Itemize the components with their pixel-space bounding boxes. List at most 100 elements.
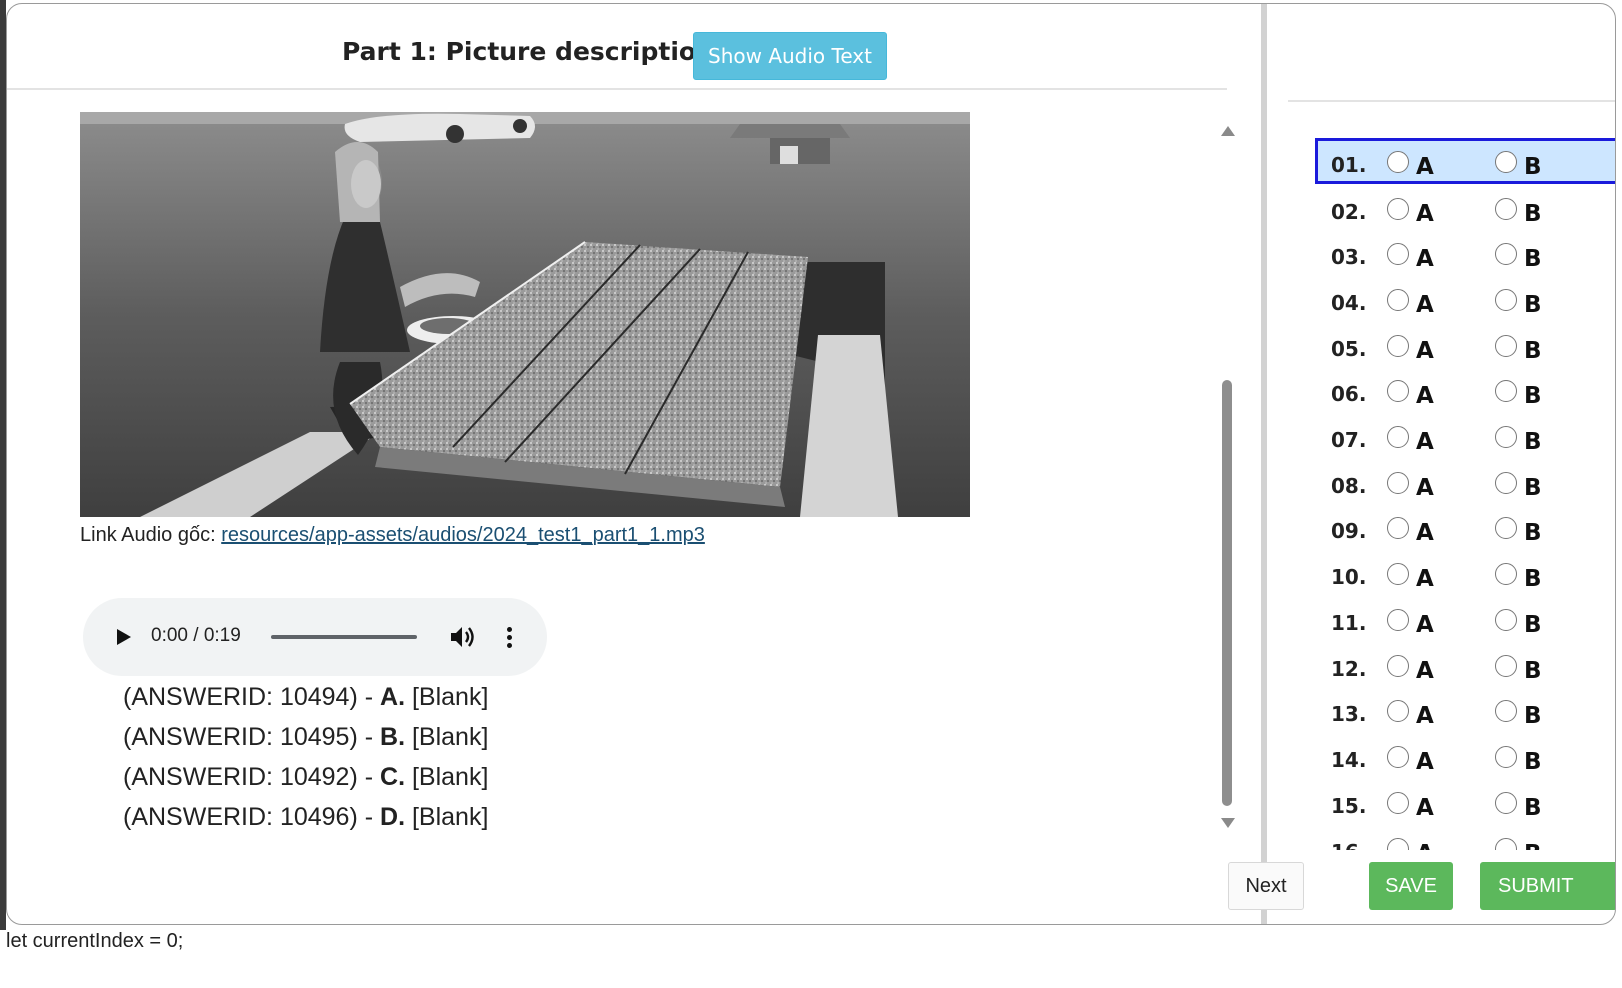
radio-circle-icon[interactable]: [1495, 426, 1517, 448]
radio-circle-icon[interactable]: [1387, 380, 1409, 402]
radio-circle-icon[interactable]: [1495, 198, 1517, 220]
radio-circle-icon[interactable]: [1495, 746, 1517, 768]
radio-circle-icon[interactable]: [1495, 792, 1517, 814]
radio-label: B: [1524, 612, 1542, 638]
radio-label: A: [1416, 383, 1434, 409]
radio-circle-icon[interactable]: [1495, 609, 1517, 631]
answer-sheet-row: 07. A B: [1315, 416, 1615, 462]
debug-code-text: let currentIndex = 0;: [6, 930, 184, 952]
radio-label: A: [1416, 520, 1434, 546]
radio-circle-icon[interactable]: [1495, 655, 1517, 677]
radio-label: A: [1416, 246, 1434, 272]
volume-icon[interactable]: [449, 624, 477, 650]
show-audio-text-button[interactable]: Show Audio Text: [693, 32, 887, 80]
radio-circle-icon[interactable]: [1387, 198, 1409, 220]
radio-circle-icon[interactable]: [1387, 289, 1409, 311]
content-scrollbar[interactable]: [1217, 126, 1239, 836]
audio-link-line: Link Audio gốc: resources/app-assets/aud…: [80, 524, 705, 547]
answer-sheet-divider: [1288, 100, 1615, 102]
radio-label: A: [1416, 201, 1434, 227]
radio-circle-icon[interactable]: [1387, 563, 1409, 585]
answer-option-d: (ANSWERID: 10496) - D. [Blank]: [123, 803, 489, 831]
radio-circle-icon[interactable]: [1495, 335, 1517, 357]
panel-divider: [1261, 4, 1267, 924]
radio-label: A: [1416, 429, 1434, 455]
radio-label: B: [1524, 795, 1542, 821]
save-button[interactable]: SAVE: [1369, 862, 1453, 910]
submit-button[interactable]: SUBMIT: [1480, 862, 1615, 910]
scroll-up-arrow-icon[interactable]: [1221, 126, 1235, 136]
radio-circle-icon[interactable]: [1387, 517, 1409, 539]
radio-label: A: [1416, 703, 1434, 729]
scroll-down-arrow-icon[interactable]: [1221, 818, 1235, 828]
question-number: 03.: [1331, 245, 1367, 269]
question-number: 04.: [1331, 291, 1367, 315]
radio-label: B: [1524, 566, 1542, 592]
play-icon[interactable]: [111, 624, 135, 650]
question-number: 14.: [1331, 748, 1367, 772]
answer-sheet-row: 12. A B: [1315, 645, 1615, 691]
answer-sheet-row: 13. A B: [1315, 690, 1615, 736]
radio-label: A: [1416, 795, 1434, 821]
radio-circle-icon[interactable]: [1495, 243, 1517, 265]
question-number: 15.: [1331, 794, 1367, 818]
radio-label: B: [1524, 246, 1542, 272]
answer-sheet-row: 05. A B: [1315, 325, 1615, 371]
radio-label: A: [1416, 566, 1434, 592]
question-header: Part 1: Picture description Show Audio T…: [7, 4, 1227, 88]
radio-circle-icon[interactable]: [1387, 426, 1409, 448]
page-title: Part 1: Picture description: [342, 37, 714, 66]
radio-circle-icon[interactable]: [1387, 151, 1409, 173]
header-divider: [7, 88, 1227, 90]
test-card: Part 1: Picture description Show Audio T…: [6, 3, 1616, 925]
radio-circle-icon[interactable]: [1495, 289, 1517, 311]
audio-source-link[interactable]: resources/app-assets/audios/2024_test1_p…: [221, 524, 705, 546]
radio-label: B: [1524, 703, 1542, 729]
audio-time: 0:00 / 0:19: [151, 625, 241, 646]
question-number: 13.: [1331, 702, 1367, 726]
radio-circle-icon[interactable]: [1495, 517, 1517, 539]
audio-link-label: Link Audio gốc:: [80, 524, 222, 546]
scrollbar-thumb[interactable]: [1222, 380, 1232, 806]
answer-sheet-row: 08. A B: [1315, 462, 1615, 508]
radio-circle-icon[interactable]: [1387, 472, 1409, 494]
radio-label: A: [1416, 612, 1434, 638]
radio-circle-icon[interactable]: [1495, 472, 1517, 494]
radio-circle-icon[interactable]: [1387, 700, 1409, 722]
radio-label: B: [1524, 658, 1542, 684]
radio-label: B: [1524, 154, 1542, 180]
question-number: 12.: [1331, 657, 1367, 681]
radio-label: A: [1416, 154, 1434, 180]
answer-sheet-row: 16. A B: [1315, 828, 1615, 850]
answer-sheet-row: 03. A B: [1315, 233, 1615, 279]
question-number: 01.: [1331, 153, 1367, 177]
radio-label: A: [1416, 658, 1434, 684]
next-button[interactable]: Next: [1228, 862, 1304, 910]
radio-circle-icon[interactable]: [1495, 838, 1517, 850]
question-number: 11.: [1331, 611, 1367, 635]
radio-circle-icon[interactable]: [1387, 243, 1409, 265]
radio-circle-icon[interactable]: [1495, 151, 1517, 173]
radio-circle-icon[interactable]: [1387, 746, 1409, 768]
more-options-icon[interactable]: [501, 624, 517, 650]
radio-circle-icon[interactable]: [1495, 700, 1517, 722]
radio-circle-icon[interactable]: [1387, 792, 1409, 814]
radio-circle-icon[interactable]: [1387, 655, 1409, 677]
radio-circle-icon[interactable]: [1495, 563, 1517, 585]
answer-sheet-row: 02. A B: [1315, 188, 1615, 234]
answer-sheet-row: 15. A B: [1315, 782, 1615, 828]
answer-sheet-row: 09. A B: [1315, 507, 1615, 553]
question-number: 06.: [1331, 382, 1367, 406]
radio-circle-icon[interactable]: [1387, 838, 1409, 850]
radio-circle-icon[interactable]: [1387, 335, 1409, 357]
question-number: 07.: [1331, 428, 1367, 452]
radio-label: B: [1524, 841, 1542, 850]
radio-label: B: [1524, 383, 1542, 409]
radio-circle-icon[interactable]: [1495, 380, 1517, 402]
radio-circle-icon[interactable]: [1387, 609, 1409, 631]
radio-label: B: [1524, 475, 1542, 501]
radio-label: A: [1416, 749, 1434, 775]
answer-sheet-row: 11. A B: [1315, 599, 1615, 645]
audio-progress-slider[interactable]: [271, 635, 417, 639]
question-content: Link Audio gốc: resources/app-assets/aud…: [7, 112, 1239, 834]
